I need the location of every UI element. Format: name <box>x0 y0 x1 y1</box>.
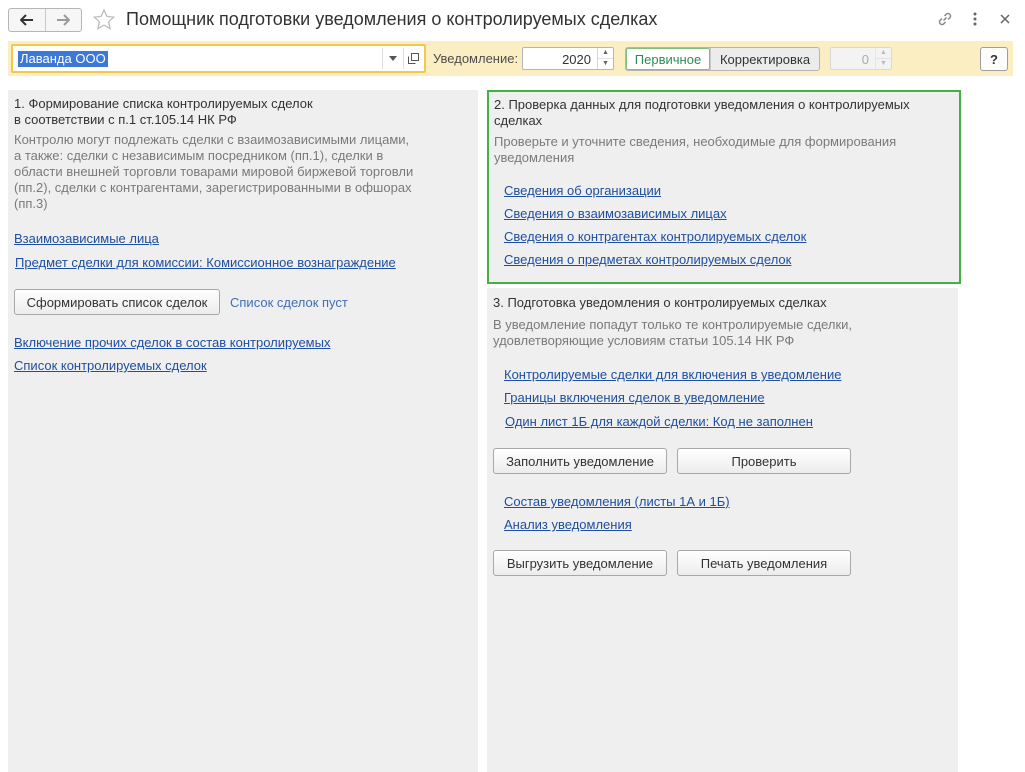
organization-value: Лаванда ООО <box>18 51 108 67</box>
section-generate-list: 1. Формирование списка контролируемых сд… <box>8 90 478 772</box>
section2-title: 2. Проверка данных для подготовки уведом… <box>494 97 910 128</box>
correction-mode-button[interactable]: Корректировка <box>710 48 819 70</box>
list-status-link[interactable]: Список сделок пуст <box>230 295 348 310</box>
more-vertical-icon[interactable] <box>966 10 984 28</box>
link-icon[interactable] <box>936 10 954 28</box>
inclusion-bounds-link[interactable]: Границы включения сделок в уведомление <box>504 390 765 405</box>
organization-open-button[interactable] <box>403 48 423 69</box>
favorite-star-icon[interactable] <box>93 9 115 30</box>
organization-info-link[interactable]: Сведения об организации <box>504 183 661 198</box>
chevron-down-icon <box>388 56 397 61</box>
navigation-buttons <box>8 8 82 32</box>
print-notice-button[interactable]: Печать уведомления <box>677 550 851 576</box>
arrow-right-icon <box>57 14 71 26</box>
window-title: Помощник подготовки уведомления о контро… <box>126 9 658 29</box>
check-button[interactable]: Проверить <box>677 448 851 474</box>
correction-stepper: ▲ ▼ <box>875 48 891 69</box>
primary-mode-button[interactable]: Первичное <box>626 48 710 70</box>
help-button[interactable]: ? <box>980 47 1008 71</box>
one-sheet-per-deal-link[interactable]: Один лист 1Б для каждой сделки: Код не з… <box>505 414 813 429</box>
export-notice-button[interactable]: Выгрузить уведомление <box>493 550 667 576</box>
section-check-data: 2. Проверка данных для подготовки уведом… <box>487 90 961 284</box>
year-stepper[interactable]: ▲ ▼ <box>597 48 613 69</box>
parameters-toolbar: Лаванда ООО Уведомление: 2020 ▲ ▼ Первич… <box>8 41 1013 76</box>
commission-subject-link[interactable]: Предмет сделки для комиссии: Комиссионно… <box>15 255 396 270</box>
organization-field[interactable]: Лаванда ООО <box>11 44 426 73</box>
forward-button[interactable] <box>44 9 82 31</box>
correction-number-field: 0 ▲ ▼ <box>830 47 892 70</box>
section3-description: В уведомление попадут только те контроли… <box>493 317 853 348</box>
stepper-up-icon[interactable]: ▲ <box>598 48 613 58</box>
include-other-deals-link[interactable]: Включение прочих сделок в состав контрол… <box>14 335 330 350</box>
open-window-icon <box>408 53 419 64</box>
organization-dropdown-button[interactable] <box>382 48 402 69</box>
notice-type-switch: Первичное Корректировка <box>625 47 820 71</box>
counterparties-info-link[interactable]: Сведения о контрагентах контролируемых с… <box>504 229 806 244</box>
section3-title: 3. Подготовка уведомления о контролируем… <box>493 295 827 310</box>
correction-number-value: 0 <box>861 52 869 67</box>
title-bar: Помощник подготовки уведомления о контро… <box>0 0 1025 40</box>
deals-for-notice-link[interactable]: Контролируемые сделки для включения в ув… <box>504 367 841 382</box>
notice-analysis-link[interactable]: Анализ уведомления <box>504 517 632 532</box>
arrow-left-icon <box>19 14 33 26</box>
related-parties-info-link[interactable]: Сведения о взаимозависимых лицах <box>504 206 727 221</box>
stepper-down-icon: ▼ <box>876 58 891 68</box>
year-field[interactable]: 2020 ▲ ▼ <box>522 47 614 70</box>
stepper-up-icon: ▲ <box>880 49 887 56</box>
year-value: 2020 <box>562 52 591 67</box>
back-button[interactable] <box>9 9 45 31</box>
deal-subjects-info-link[interactable]: Сведения о предметах контролируемых сдел… <box>504 252 791 267</box>
fill-notice-button[interactable]: Заполнить уведомление <box>493 448 667 474</box>
section1-title: 1. Формирование списка контролируемых сд… <box>14 96 313 127</box>
stepper-down-icon[interactable]: ▼ <box>598 58 613 68</box>
generate-list-button[interactable]: Сформировать список сделок <box>14 289 220 315</box>
notice-label: Уведомление: <box>433 51 519 66</box>
related-parties-link[interactable]: Взаимозависимые лица <box>14 231 159 246</box>
section-prepare-notice: 3. Подготовка уведомления о контролируем… <box>487 288 958 772</box>
close-icon[interactable] <box>996 10 1014 28</box>
notice-composition-link[interactable]: Состав уведомления (листы 1А и 1Б) <box>504 494 730 509</box>
section2-description: Проверьте и уточните сведения, необходим… <box>494 134 897 165</box>
controlled-deals-list-link[interactable]: Список контролируемых сделок <box>14 358 207 373</box>
section1-description: Контролю могут подлежать сделки с взаимо… <box>14 132 414 211</box>
